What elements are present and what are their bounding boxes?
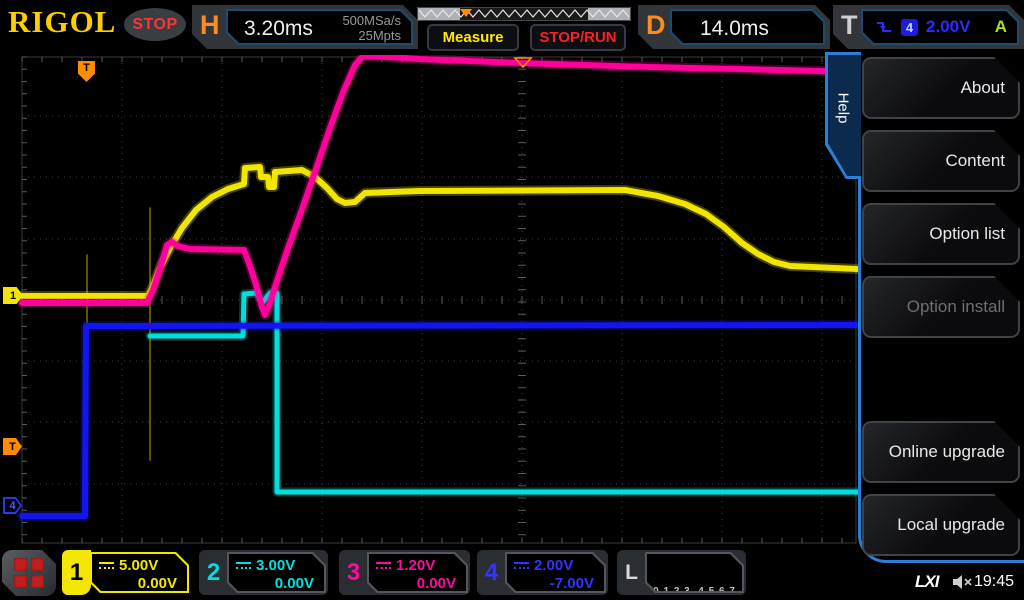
run-state-badge: STOP [124,8,186,41]
channel1-offset: 0.00V [137,575,177,592]
channel3-offset: 0.00V [416,575,456,592]
clock: 19:45 [974,573,1015,590]
digital-channels-row1: 0 1 2 3 4 5 6 7 [653,586,736,597]
menu-grid-icon [14,558,44,588]
channel3-number: 3 [346,558,361,586]
trigger-level-marker[interactable]: T [3,438,22,455]
trigger-position-flag[interactable]: T [78,61,95,82]
trigger-source-badge: 4 [901,19,918,36]
logic-analyzer-widget[interactable]: L 0 1 2 3 4 5 6 7 8 9 1011 12131415 [617,550,746,595]
channel3-scale: 1.20V [396,557,436,574]
dc-coupling-icon [236,561,251,570]
channel4-status-widget[interactable]: 4 2.00V -7.00V [477,550,608,595]
main-menu-button[interactable] [2,550,56,596]
channel2-status-widget[interactable]: 2 3.00V 0.00V [199,550,328,595]
top-status-bar: RIGOL STOP H 3.20ms 500MSa/s 25Mpts Meas… [0,0,1024,55]
memory-position-bar[interactable] [417,7,631,21]
delay-value: 14.0ms [700,17,769,40]
sound-muted-icon [953,575,972,589]
help-menu-tab[interactable]: Help [825,52,861,179]
menu-button-option-list[interactable]: Option list [862,203,1020,265]
stop-run-button[interactable]: STOP/RUN [530,24,626,51]
channel4-position-marker[interactable]: 4 [3,497,22,514]
channel2-number: 2 [206,558,221,586]
trigger-level-value: 2.00V [926,17,971,36]
menu-button-content[interactable]: Content [862,130,1020,192]
rigol-logo: RIGOL [8,4,117,39]
channel1-status-widget[interactable]: 1 5.00V 0.00V [62,550,191,595]
channel1-position-marker[interactable]: 1 [3,287,23,304]
oscilloscope-screen: 1 T 4 T RIGOL STOP H 3.20ms 500MSa/s 25M… [0,0,1024,600]
dc-coupling-icon [99,561,114,570]
delay-label: D [646,10,666,40]
horizontal-timebase-widget[interactable]: H 3.20ms 500MSa/s 25Mpts [192,5,418,49]
timebase-value: 3.20ms [244,17,313,40]
channel3-status-widget[interactable]: 3 1.20V 0.00V [339,550,470,595]
delay-widget[interactable]: D 14.0ms [638,5,830,49]
channel1-number: 1 [69,558,84,586]
dc-coupling-icon [376,561,391,570]
menu-button-local-upgrade[interactable]: Local upgrade [862,494,1020,556]
menu-button-about[interactable]: About [862,57,1020,119]
channel2-offset: 0.00V [274,575,314,592]
dc-coupling-icon [514,561,529,570]
trigger-widget[interactable]: T 4 2.00V A [833,5,1024,49]
trigger-sweep-mode: A [994,17,1007,36]
sample-rate: 500MSa/s [342,13,401,28]
menu-button-online-upgrade[interactable]: Online upgrade [862,421,1020,483]
channel4-number: 4 [484,558,499,586]
help-tab-label: Help [834,92,852,124]
channel2-scale: 3.00V [256,557,296,574]
trigger-falling-edge-icon [875,19,893,35]
horizontal-label: H [200,10,220,40]
menu-button-option-install[interactable]: Option install [862,276,1020,338]
channel4-offset: -7.00V [549,575,594,592]
channel1-scale: 5.00V [119,557,159,574]
logic-label: L [625,560,638,584]
memory-depth: 25Mpts [358,28,401,43]
measure-button[interactable]: Measure [427,24,519,51]
channel4-scale: 2.00V [534,557,574,574]
lxi-logo: LXI [915,572,939,591]
trigger-label: T [841,10,858,40]
